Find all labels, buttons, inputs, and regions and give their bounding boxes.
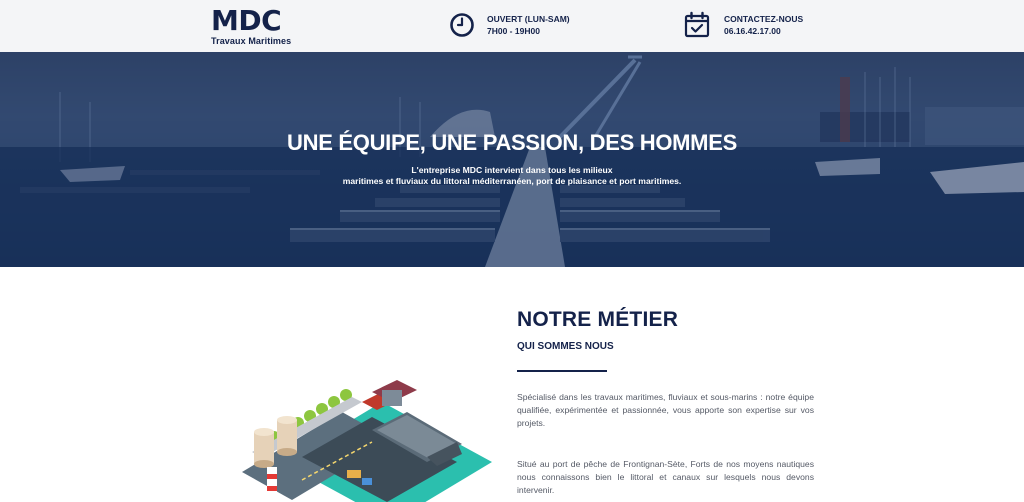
contact-label: CONTACTEZ-NOUS [724,14,804,24]
site-logo[interactable]: MDC Travaux Maritimes [211,4,292,47]
logo-subtitle: Travaux Maritimes [211,36,292,46]
calendar-check-icon [684,11,710,38]
port-illustration [242,380,492,502]
section-paragraph-1: Spécialisé dans les travaux maritimes, f… [517,392,814,428]
section-title: NOTRE MÉTIER [517,308,679,331]
hero-line-2: maritimes et fluviaux du littoral médite… [342,176,682,186]
contact-info[interactable]: CONTACTEZ-NOUS 06.16.42.17.00 [683,11,803,39]
section-subtitle: QUI SOMMES NOUS [517,341,614,352]
hero-line-1: L'entreprise MDC intervient dans tous le… [411,165,613,175]
section-paragraph-2: Situé au port de pêche de Frontignan-Sèt… [517,459,814,495]
opening-hours: OUVERT (LUN-SAM) 7H00 - 19H00 [448,11,570,39]
clock-icon [450,13,474,37]
hero-overlay [0,52,1024,267]
hours-value: 7H00 - 19H00 [487,26,540,36]
logo-main-text: MDC [211,4,282,37]
hero-description: L'entreprise MDC intervient dans tous le… [0,165,1024,187]
section-divider [517,370,607,372]
hero-banner: UNE ÉQUIPE, UNE PASSION, DES HOMMES L'en… [0,52,1024,267]
hero-title: UNE ÉQUIPE, UNE PASSION, DES HOMMES [287,130,737,155]
top-header: MDC Travaux Maritimes OUVERT (LUN-SAM) 7… [0,0,1024,52]
contact-phone[interactable]: 06.16.42.17.00 [724,25,803,37]
hours-label: OUVERT (LUN-SAM) [487,14,570,24]
